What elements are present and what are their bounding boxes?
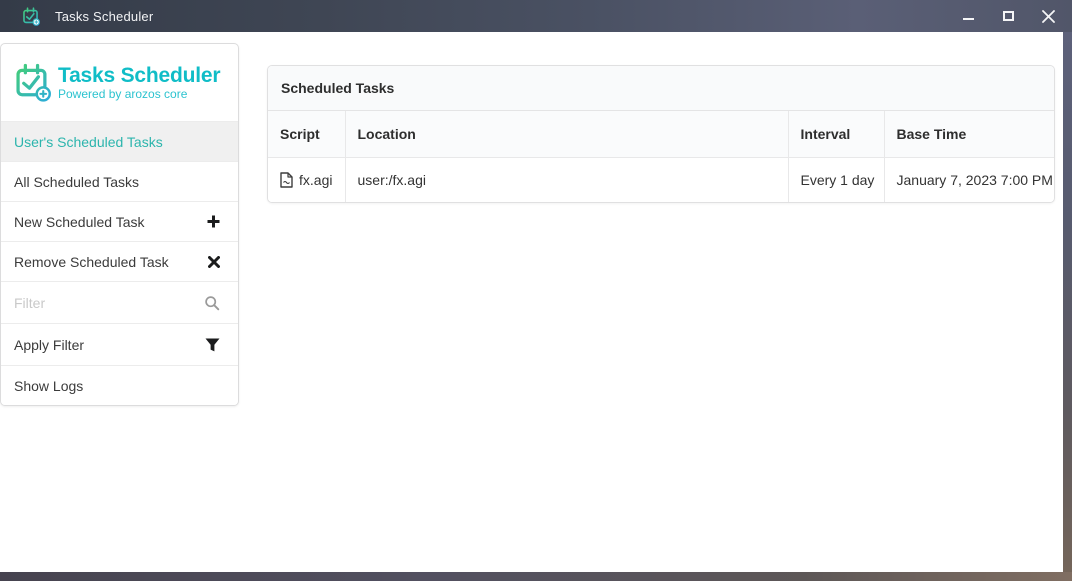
close-icon <box>1042 10 1055 23</box>
window-controls <box>948 0 1068 32</box>
sidebar-item-users-scheduled-tasks[interactable]: User's Scheduled Tasks <box>1 121 238 161</box>
sidebar-item-new-scheduled-task[interactable]: New Scheduled Task <box>1 201 238 241</box>
app-icon <box>22 7 41 26</box>
column-header-base-time: Base Time <box>884 111 1055 157</box>
close-button[interactable] <box>1028 0 1068 32</box>
sidebar: Tasks Scheduler Powered by arozos core U… <box>0 43 239 406</box>
minimize-button[interactable] <box>948 0 988 32</box>
calendar-check-logo-icon <box>14 63 53 102</box>
search-icon <box>204 295 220 311</box>
minimize-icon <box>963 18 974 20</box>
column-header-interval: Interval <box>788 111 884 157</box>
task-interval: Every 1 day <box>788 157 884 202</box>
remove-x-icon <box>208 256 220 268</box>
plus-icon <box>207 215 220 228</box>
logo-title: Tasks Scheduler <box>58 65 220 86</box>
sidebar-item-label: Show Logs <box>14 378 83 394</box>
column-header-script: Script <box>268 111 345 157</box>
table-row[interactable]: fx.agi user:/fx.agi Every 1 day January … <box>268 157 1055 202</box>
table-header-row: Script Location Interval Base Time <box>268 111 1055 157</box>
task-location: user:/fx.agi <box>345 157 788 202</box>
logo-subtitle: Powered by arozos core <box>58 88 220 100</box>
filter-input[interactable] <box>14 295 204 311</box>
titlebar: Tasks Scheduler <box>0 0 1072 32</box>
filter-input-row <box>1 281 238 323</box>
column-header-location: Location <box>345 111 788 157</box>
panel-title: Scheduled Tasks <box>268 66 1054 111</box>
window-title: Tasks Scheduler <box>55 9 153 24</box>
sidebar-item-label: User's Scheduled Tasks <box>14 134 163 150</box>
maximize-button[interactable] <box>988 0 1028 32</box>
filter-funnel-icon <box>205 338 220 352</box>
sidebar-item-label: All Scheduled Tasks <box>14 174 139 190</box>
app-logo: Tasks Scheduler Powered by arozos core <box>1 44 238 121</box>
script-file-icon <box>280 172 293 188</box>
script-name: fx.agi <box>299 172 332 188</box>
task-base-time: January 7, 2023 7:00 PM <box>884 157 1055 202</box>
scheduled-tasks-panel: Scheduled Tasks Script Location Interval… <box>267 65 1055 203</box>
desktop-edge-bottom <box>0 572 1072 581</box>
maximize-icon <box>1003 11 1014 21</box>
sidebar-item-label: Apply Filter <box>14 337 84 353</box>
sidebar-item-label: New Scheduled Task <box>14 214 144 230</box>
desktop-edge-right <box>1063 32 1072 572</box>
sidebar-item-apply-filter[interactable]: Apply Filter <box>1 323 238 365</box>
sidebar-item-label: Remove Scheduled Task <box>14 254 169 270</box>
sidebar-item-remove-scheduled-task[interactable]: Remove Scheduled Task <box>1 241 238 281</box>
sidebar-item-all-scheduled-tasks[interactable]: All Scheduled Tasks <box>1 161 238 201</box>
sidebar-item-show-logs[interactable]: Show Logs <box>1 365 238 406</box>
scheduled-tasks-table: Script Location Interval Base Time fx.ag… <box>268 111 1055 202</box>
